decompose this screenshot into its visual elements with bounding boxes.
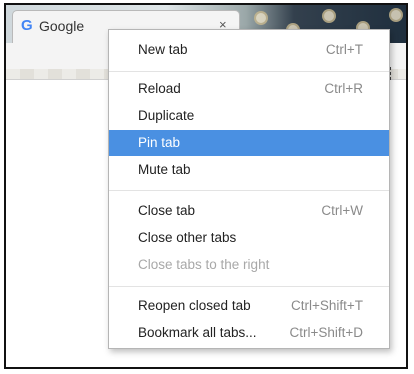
menu-separator — [109, 190, 389, 191]
menu-item-label: Pin tab — [138, 135, 181, 150]
menu-item-label: Duplicate — [138, 108, 195, 123]
menu-item-close-tab[interactable]: Close tab Ctrl+W — [109, 198, 389, 224]
menu-item-shortcut: Ctrl+T — [325, 42, 363, 57]
menu-item-close-other-tabs[interactable]: Close other tabs — [109, 225, 389, 251]
tab-title: Google — [39, 18, 85, 34]
theme-flower — [324, 11, 334, 21]
menu-item-shortcut: Ctrl+W — [321, 203, 363, 218]
menu-item-reload[interactable]: Reload Ctrl+R — [109, 76, 389, 102]
menu-item-reopen-closed-tab[interactable]: Reopen closed tab Ctrl+Shift+T — [109, 293, 389, 319]
menu-item-label: Close tab — [138, 203, 196, 218]
menu-item-label: Close other tabs — [138, 230, 237, 245]
menu-item-pin-tab[interactable]: Pin tab — [109, 130, 389, 156]
menu-item-shortcut: Ctrl+R — [324, 81, 363, 96]
menu-item-label: New tab — [138, 42, 188, 57]
menu-item-close-tabs-right: Close tabs to the right — [109, 252, 389, 278]
menu-item-label: Bookmark all tabs... — [138, 325, 257, 340]
menu-item-mute-tab[interactable]: Mute tab — [109, 157, 389, 183]
theme-flower — [391, 10, 401, 20]
menu-item-label: Mute tab — [138, 162, 191, 177]
google-g-icon: G — [21, 17, 33, 34]
menu-item-bookmark-all-tabs[interactable]: Bookmark all tabs... Ctrl+Shift+D — [109, 320, 389, 346]
menu-separator — [109, 286, 389, 287]
tab-context-menu: New tab Ctrl+T Reload Ctrl+R Duplicate P… — [108, 29, 390, 349]
menu-item-shortcut: Ctrl+Shift+T — [290, 298, 363, 313]
menu-item-label: Reopen closed tab — [138, 298, 251, 313]
menu-item-new-tab[interactable]: New tab Ctrl+T — [109, 37, 389, 63]
theme-flower — [256, 13, 266, 23]
browser-window: G Google × New tab Ctrl+T Reload Ctrl+R … — [4, 3, 408, 369]
menu-item-label: Close tabs to the right — [138, 257, 270, 272]
menu-separator — [109, 71, 389, 72]
menu-item-label: Reload — [138, 81, 181, 96]
menu-item-shortcut: Ctrl+Shift+D — [289, 325, 363, 340]
menu-item-duplicate[interactable]: Duplicate — [109, 103, 389, 129]
